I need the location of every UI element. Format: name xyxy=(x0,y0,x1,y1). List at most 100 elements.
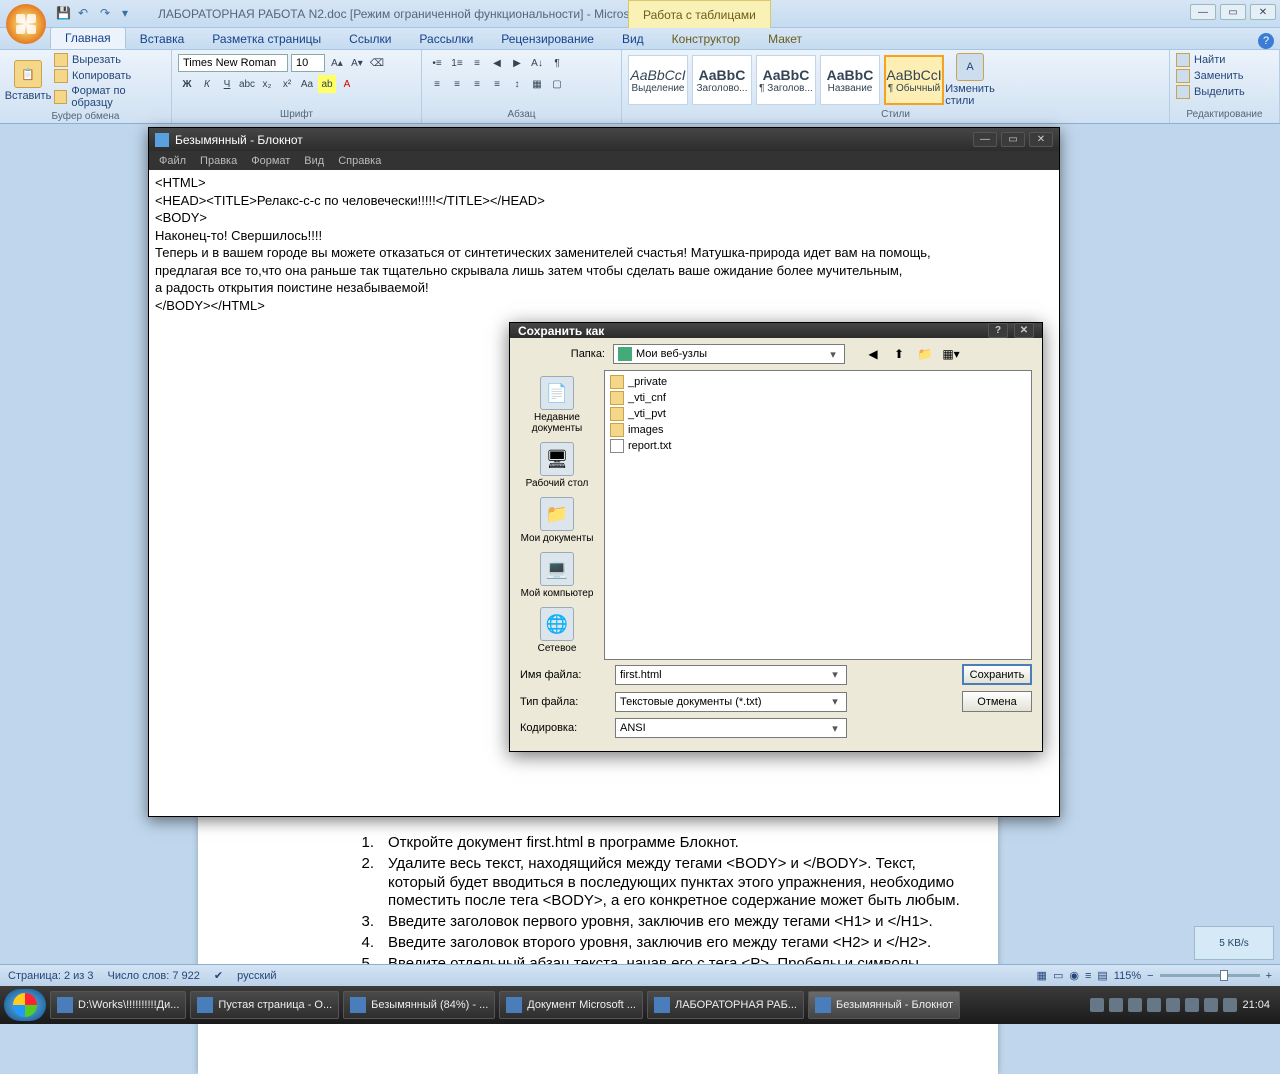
line-spacing-icon[interactable]: ↕ xyxy=(508,75,526,93)
justify-icon[interactable]: ≡ xyxy=(488,75,506,93)
tab-home[interactable]: Главная xyxy=(50,27,126,49)
file-item[interactable]: _vti_pvt xyxy=(608,406,1028,422)
bullets-icon[interactable]: •≡ xyxy=(428,54,446,72)
format-painter-button[interactable]: Формат по образцу xyxy=(54,84,165,110)
encoding-combo[interactable]: ANSI▾ xyxy=(615,718,847,738)
superscript-icon[interactable]: x² xyxy=(278,75,296,93)
multilevel-icon[interactable]: ≡ xyxy=(468,54,486,72)
menu-view[interactable]: Вид xyxy=(304,155,324,167)
change-styles-button[interactable]: AИзменить стили xyxy=(948,53,992,107)
menu-help[interactable]: Справка xyxy=(338,155,381,167)
borders-icon[interactable]: ▢ xyxy=(548,75,566,93)
file-item[interactable]: _vti_cnf xyxy=(608,390,1028,406)
paste-button[interactable]: 📋Вставить xyxy=(6,60,50,102)
zoom-out[interactable]: − xyxy=(1147,970,1153,982)
tray-icon[interactable] xyxy=(1147,998,1161,1012)
filetype-combo[interactable]: Текстовые документы (*.txt)▾ xyxy=(615,692,847,712)
copy-button[interactable]: Копировать xyxy=(54,68,165,84)
select-button[interactable]: Выделить xyxy=(1176,84,1273,100)
system-tray[interactable]: 21:04 xyxy=(1090,998,1276,1012)
dialog-close[interactable]: ✕ xyxy=(1014,323,1034,338)
font-color-icon[interactable]: A xyxy=(338,75,356,93)
align-right-icon[interactable]: ≡ xyxy=(468,75,486,93)
tray-icon[interactable] xyxy=(1204,998,1218,1012)
notepad-close[interactable]: ✕ xyxy=(1029,132,1053,147)
strike-icon[interactable]: abc xyxy=(238,75,256,93)
align-left-icon[interactable]: ≡ xyxy=(428,75,446,93)
qat-save-icon[interactable]: 💾 xyxy=(56,6,72,22)
taskbar-item[interactable]: Безымянный (84%) - ... xyxy=(343,991,495,1019)
clear-format-icon[interactable]: ⌫ xyxy=(368,54,386,72)
view-draft-icon[interactable]: ▤ xyxy=(1097,969,1107,982)
underline-icon[interactable]: Ч xyxy=(218,75,236,93)
menu-file[interactable]: Файл xyxy=(159,155,186,167)
pilcrow-icon[interactable]: ¶ xyxy=(548,54,566,72)
taskbar-item[interactable]: Безымянный - Блокнот xyxy=(808,991,960,1019)
style-emphasis[interactable]: AaBbCcIВыделение xyxy=(628,55,688,105)
sort-icon[interactable]: A↓ xyxy=(528,54,546,72)
shading-icon[interactable]: ▦ xyxy=(528,75,546,93)
notepad-maximize[interactable]: ▭ xyxy=(1001,132,1025,147)
change-case-icon[interactable]: Aa xyxy=(298,75,316,93)
tray-icon[interactable] xyxy=(1185,998,1199,1012)
tab-mailings[interactable]: Рассылки xyxy=(405,29,487,49)
menu-edit[interactable]: Правка xyxy=(200,155,237,167)
notepad-minimize[interactable]: — xyxy=(973,132,997,147)
dialog-help[interactable]: ? xyxy=(988,323,1008,338)
place-4[interactable]: 🌐Сетевое xyxy=(538,607,577,654)
view-print-icon[interactable]: ▦ xyxy=(1037,969,1047,982)
indent-dec-icon[interactable]: ◀ xyxy=(488,54,506,72)
shrink-font-icon[interactable]: A▾ xyxy=(348,54,366,72)
taskbar-item[interactable]: ЛАБОРАТОРНАЯ РАБ... xyxy=(647,991,804,1019)
place-1[interactable]: 🖥Рабочий стол xyxy=(526,442,589,489)
style-title[interactable]: AaBbCНазвание xyxy=(820,55,880,105)
status-words[interactable]: Число слов: 7 922 xyxy=(108,970,200,982)
clock[interactable]: 21:04 xyxy=(1242,999,1270,1011)
file-item[interactable]: images xyxy=(608,422,1028,438)
help-icon[interactable]: ? xyxy=(1258,33,1274,49)
place-2[interactable]: 📁Мои документы xyxy=(521,497,594,544)
zoom-value[interactable]: 115% xyxy=(1114,970,1141,982)
tab-design[interactable]: Конструктор xyxy=(658,29,754,49)
grow-font-icon[interactable]: A▴ xyxy=(328,54,346,72)
taskbar-item[interactable]: Пустая страница - O... xyxy=(190,991,339,1019)
tab-review[interactable]: Рецензирование xyxy=(487,29,608,49)
file-item[interactable]: _private xyxy=(608,374,1028,390)
tab-view[interactable]: Вид xyxy=(608,29,658,49)
align-center-icon[interactable]: ≡ xyxy=(448,75,466,93)
zoom-in[interactable]: + xyxy=(1266,970,1272,982)
back-icon[interactable]: ◀ xyxy=(863,344,883,364)
font-name-combo[interactable]: Times New Roman xyxy=(178,54,288,72)
font-size-combo[interactable]: 10 xyxy=(291,54,325,72)
tab-page-layout[interactable]: Разметка страницы xyxy=(198,29,335,49)
minimize-button[interactable]: — xyxy=(1190,4,1216,20)
maximize-button[interactable]: ▭ xyxy=(1220,4,1246,20)
close-button[interactable]: ✕ xyxy=(1250,4,1276,20)
style-heading2[interactable]: AaBbC¶ Заголов... xyxy=(756,55,816,105)
tab-references[interactable]: Ссылки xyxy=(335,29,405,49)
tab-layout[interactable]: Макет xyxy=(754,29,816,49)
view-full-icon[interactable]: ▭ xyxy=(1053,969,1063,982)
bold-icon[interactable]: Ж xyxy=(178,75,196,93)
indent-inc-icon[interactable]: ▶ xyxy=(508,54,526,72)
numbering-icon[interactable]: 1≡ xyxy=(448,54,466,72)
qat-redo-icon[interactable]: ↷ xyxy=(100,6,116,22)
start-button[interactable] xyxy=(4,989,46,1021)
status-language[interactable]: русский xyxy=(237,970,276,982)
place-0[interactable]: 📄Недавние документы xyxy=(512,376,602,434)
taskbar-item[interactable]: D:\Works\!!!!!!!!!!Ди... xyxy=(50,991,186,1019)
place-3[interactable]: 💻Мой компьютер xyxy=(521,552,594,599)
save-button[interactable]: Сохранить xyxy=(962,664,1032,685)
tray-icon[interactable] xyxy=(1128,998,1142,1012)
views-icon[interactable]: ▦▾ xyxy=(941,344,961,364)
replace-button[interactable]: Заменить xyxy=(1176,68,1273,84)
cut-button[interactable]: Вырезать xyxy=(54,52,165,68)
tray-icon[interactable] xyxy=(1109,998,1123,1012)
contextual-tab-table-tools[interactable]: Работа с таблицами xyxy=(628,0,771,28)
tray-icon[interactable] xyxy=(1166,998,1180,1012)
tray-icon[interactable] xyxy=(1090,998,1104,1012)
notepad-titlebar[interactable]: Безымянный - Блокнот — ▭ ✕ xyxy=(149,128,1059,151)
taskbar-item[interactable]: Документ Microsoft ... xyxy=(499,991,643,1019)
cancel-button[interactable]: Отмена xyxy=(962,691,1032,712)
status-page[interactable]: Страница: 2 из 3 xyxy=(8,970,94,982)
